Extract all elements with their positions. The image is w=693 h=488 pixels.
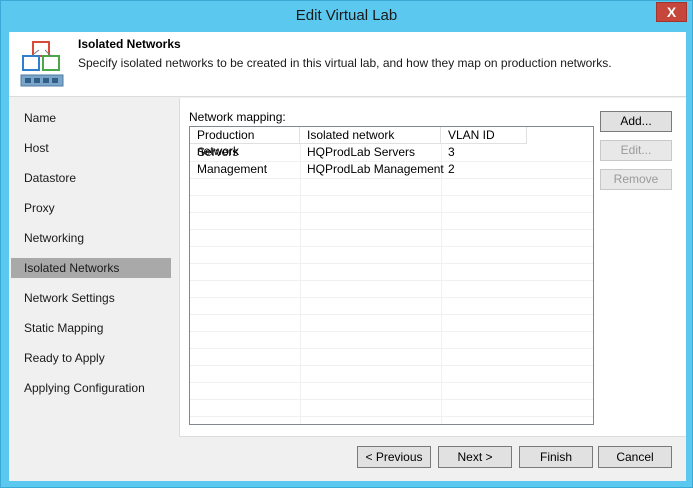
dialog-client: Isolated Networks Specify isolated netwo… [9, 32, 686, 481]
grid-line [190, 399, 593, 400]
grid-line [190, 212, 593, 213]
grid-line [190, 263, 593, 264]
footer-divider [179, 436, 686, 437]
table-cell: Management [197, 162, 268, 176]
grid-line [190, 178, 593, 179]
grid-line [190, 195, 593, 196]
network-mapping-table[interactable]: Production network Isolated network VLAN… [189, 126, 594, 425]
grid-line [190, 246, 593, 247]
title-bar[interactable]: Edit Virtual Lab X [1, 1, 692, 32]
header-description: Specify isolated networks to be created … [78, 56, 612, 70]
grid-line [190, 348, 593, 349]
step-static-mapping[interactable]: Static Mapping [11, 318, 171, 338]
close-button[interactable]: X [656, 2, 687, 22]
previous-button[interactable]: < Previous [357, 446, 431, 468]
table-header: Production network Isolated network VLAN… [190, 127, 593, 158]
grid-line [190, 314, 593, 315]
step-applying-configuration[interactable]: Applying Configuration [11, 378, 171, 398]
next-button[interactable]: Next > [438, 446, 512, 468]
column-header-vlan[interactable]: VLAN ID [441, 127, 527, 144]
grid-line [190, 382, 593, 383]
step-proxy[interactable]: Proxy [11, 198, 171, 218]
grid-line [190, 331, 593, 332]
grid-line [190, 229, 593, 230]
virtual-lab-icon [20, 41, 64, 87]
window-title: Edit Virtual Lab [295, 7, 398, 24]
table-row[interactable]: Servers HQProdLab Servers 3 [190, 144, 593, 161]
grid-line [190, 297, 593, 298]
step-ready-to-apply[interactable]: Ready to Apply [11, 348, 171, 368]
wizard-steps: Name Host Datastore Proxy Networking Iso… [9, 98, 179, 438]
header-title: Isolated Networks [78, 37, 181, 51]
table-cell: 2 [448, 162, 455, 176]
table-cell: HQProdLab Servers [307, 145, 416, 159]
grid-line [190, 280, 593, 281]
grid-line [190, 365, 593, 366]
table-cell: 3 [448, 145, 455, 159]
step-datastore[interactable]: Datastore [11, 168, 171, 188]
grid-line [190, 416, 593, 417]
finish-button[interactable]: Finish [519, 446, 593, 468]
window-frame: Edit Virtual Lab X Isolated Networks Spe… [0, 0, 693, 488]
step-host[interactable]: Host [11, 138, 171, 158]
step-networking[interactable]: Networking [11, 228, 171, 248]
cancel-button[interactable]: Cancel [598, 446, 672, 468]
remove-button[interactable]: Remove [600, 169, 672, 190]
step-name[interactable]: Name [11, 108, 171, 128]
step-isolated-networks[interactable]: Isolated Networks [11, 258, 171, 278]
table-cell: HQProdLab Management [307, 162, 444, 176]
edit-button[interactable]: Edit... [600, 140, 672, 161]
network-mapping-label: Network mapping: [189, 110, 286, 124]
add-button[interactable]: Add... [600, 111, 672, 132]
column-header-production[interactable]: Production network [190, 127, 300, 158]
table-row[interactable]: Management HQProdLab Management 2 [190, 161, 593, 178]
step-network-settings[interactable]: Network Settings [11, 288, 171, 308]
column-header-isolated[interactable]: Isolated network [300, 127, 441, 144]
table-cell: Servers [197, 145, 239, 159]
wizard-header: Isolated Networks Specify isolated netwo… [9, 32, 686, 97]
